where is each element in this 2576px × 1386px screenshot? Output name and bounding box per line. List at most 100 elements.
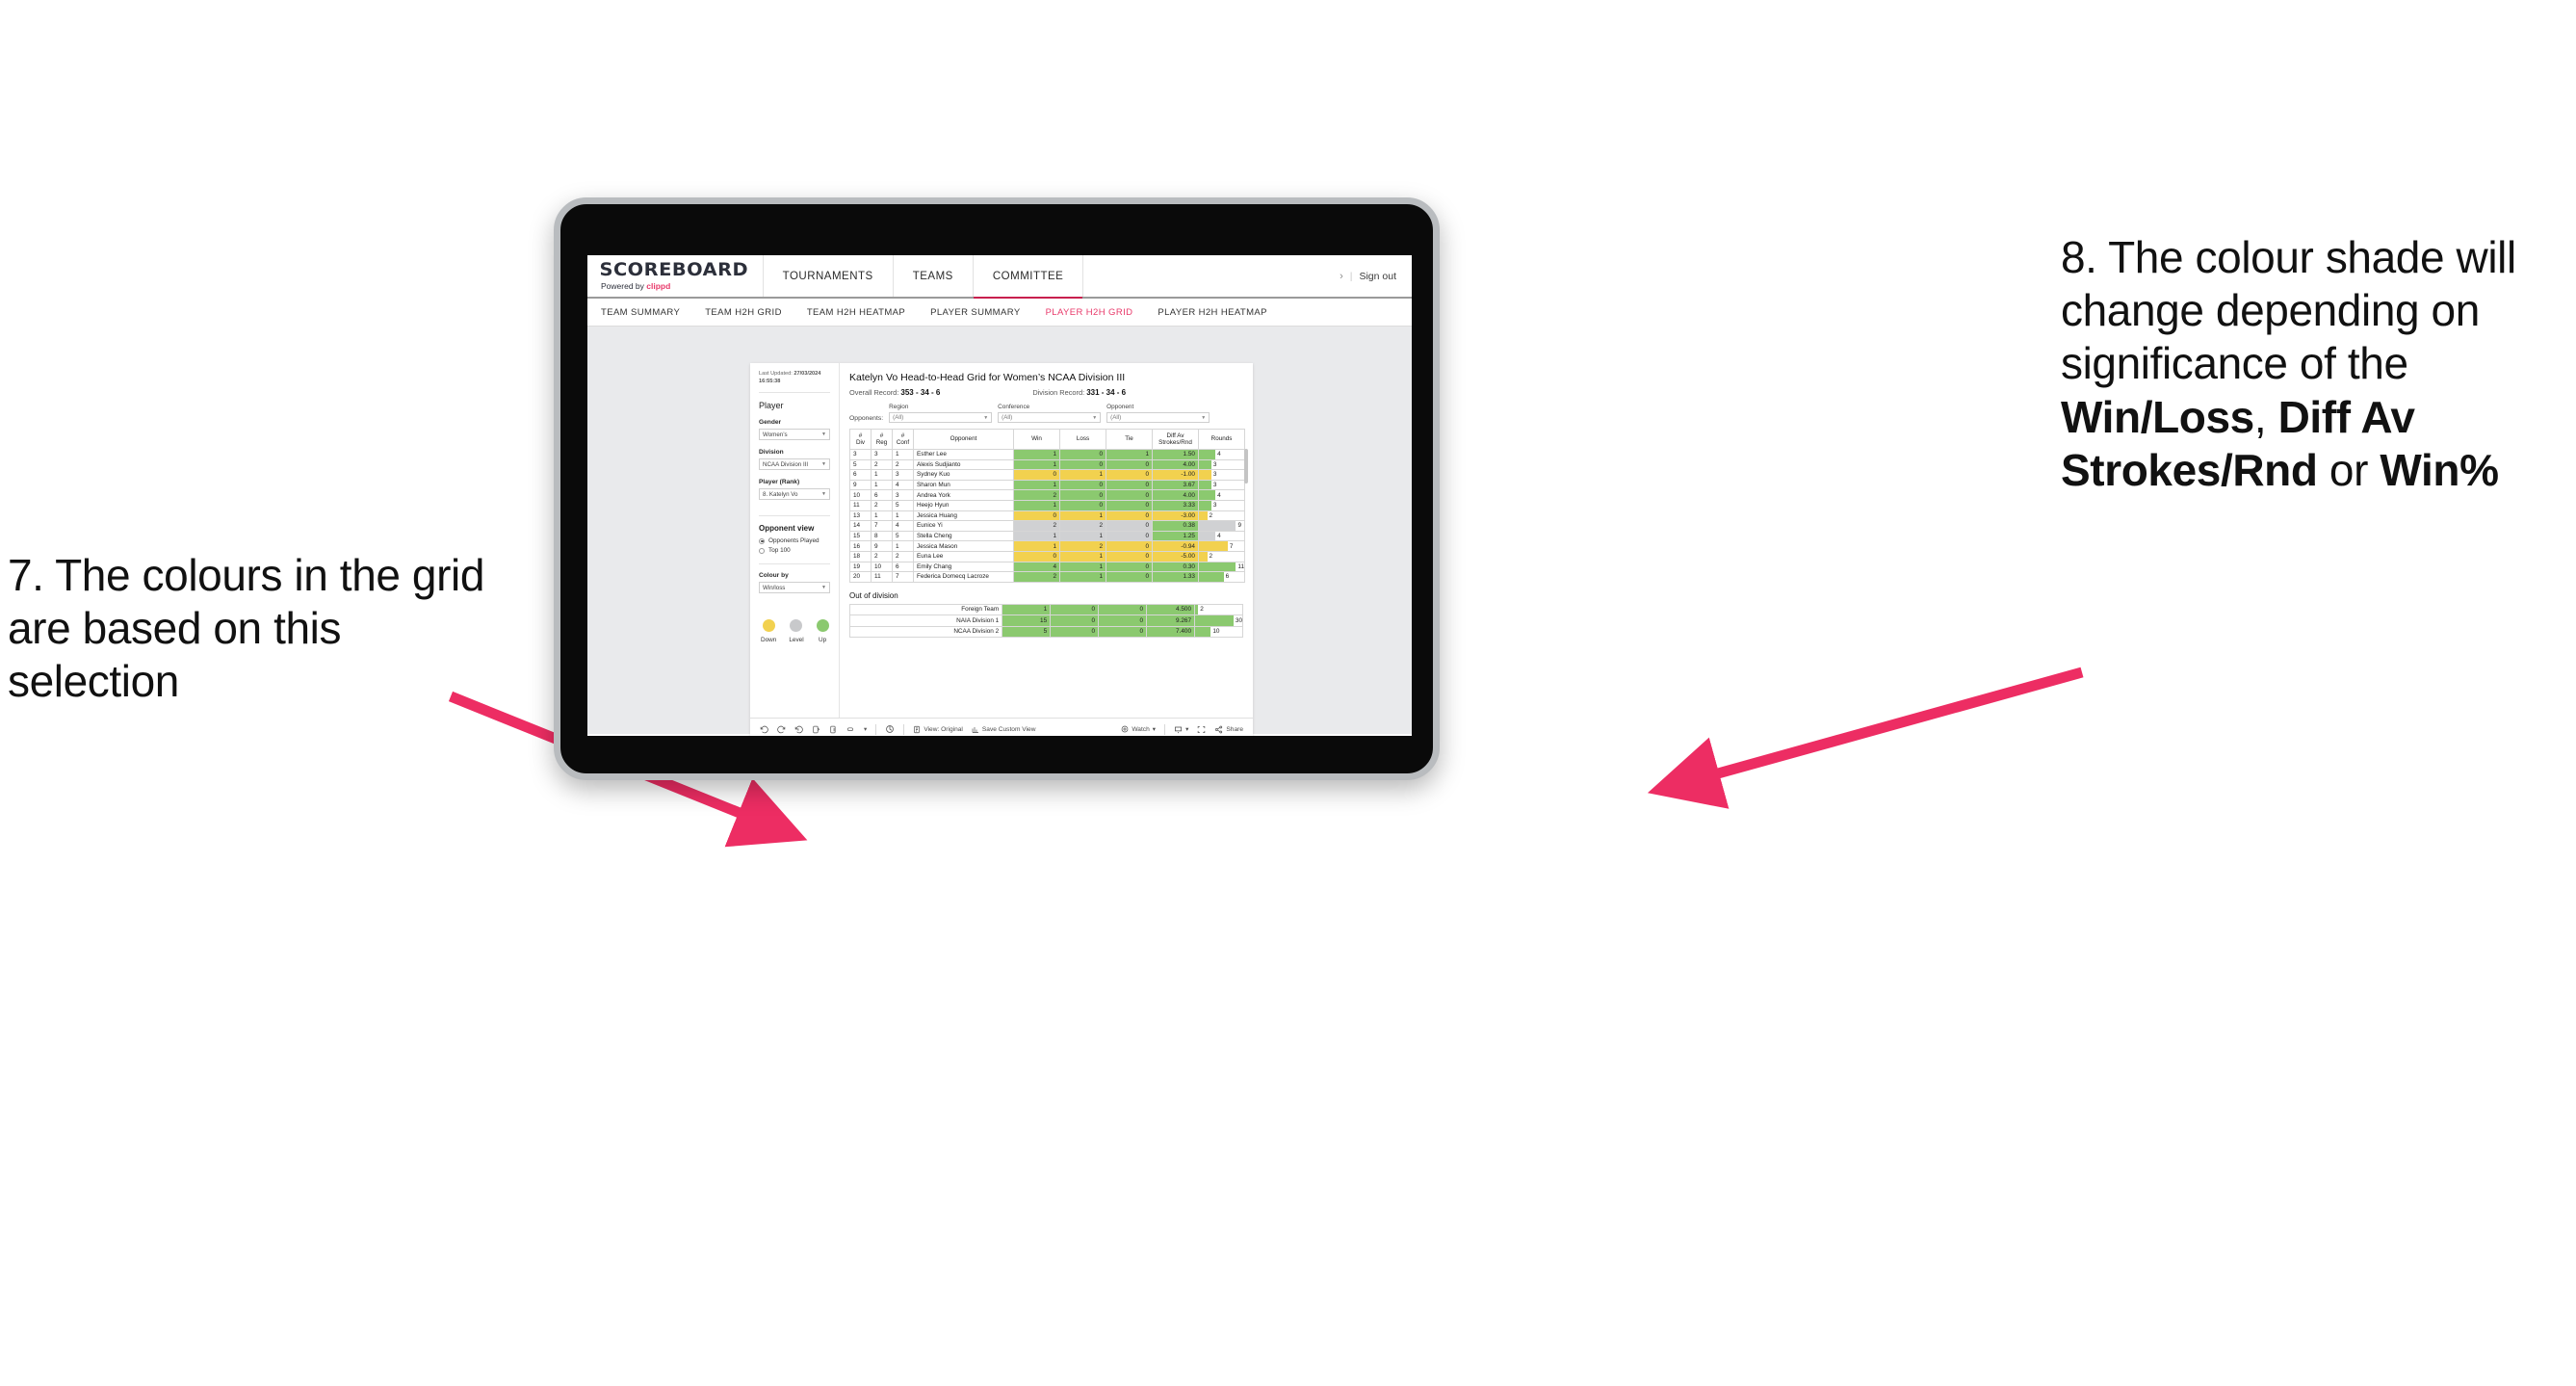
cell-reg: 2 xyxy=(871,499,893,511)
share-button[interactable]: Share xyxy=(1214,725,1243,734)
division-record-label: Division Record: xyxy=(1032,388,1087,397)
radio-opponents-played[interactable]: Opponents Played xyxy=(759,537,830,544)
subnav-item-team-summary[interactable]: TEAM SUMMARY xyxy=(601,307,680,318)
divider xyxy=(1164,723,1166,735)
annotation-8-lead: 8. The colour shade will change dependin… xyxy=(2061,232,2516,389)
gender-label: Gender xyxy=(759,419,782,427)
cell-win: 1 xyxy=(1013,499,1060,511)
conference-select[interactable]: (All) ▼ xyxy=(998,412,1102,423)
pause-icon[interactable] xyxy=(829,725,838,734)
table-row[interactable]: 20 11 7 Federica Domecq Lacroze 2 1 0 1.33 6 xyxy=(849,571,1245,583)
field-colour-by: Colour by Win/loss ▼ xyxy=(759,572,830,594)
out-of-division-row[interactable]: NAIA Division 1 15 0 0 9.267 30 xyxy=(848,615,1243,627)
out-of-division-row[interactable]: NCAA Division 2 5 0 0 7.400 10 xyxy=(848,625,1243,639)
refresh-icon[interactable] xyxy=(812,725,820,734)
division-record-value: 331 - 34 - 6 xyxy=(1086,388,1127,397)
cell-reg: 1 xyxy=(871,510,893,522)
grid-main-panel: Katelyn Vo Head-to-Head Grid for Women’s… xyxy=(840,363,1253,718)
table-row[interactable]: 14 7 4 Eunice Yi 2 2 0 0.38 9 xyxy=(849,520,1245,532)
player-rank-select[interactable]: 8. Katelyn Vo ▼ xyxy=(759,488,830,501)
fullscreen-icon[interactable] xyxy=(1197,725,1206,734)
topnav-item-committee[interactable]: COMMITTEE xyxy=(973,255,1084,299)
annotation-8-text: 8. The colour shade will change dependin… xyxy=(2061,231,2571,497)
redo-icon[interactable] xyxy=(777,725,786,734)
out-of-division-row[interactable]: Foreign Team 1 0 0 4.500 2 xyxy=(848,603,1243,616)
cell-rounds: 2 xyxy=(1198,550,1245,562)
scoreboard-logo[interactable]: SCOREBOARD Powered by clippd xyxy=(587,255,764,297)
download-button[interactable]: ▾ xyxy=(1174,725,1188,734)
view-original-button[interactable]: View: Original xyxy=(913,725,963,734)
cell-tie: 0 xyxy=(1106,489,1153,501)
cell-win: 2 xyxy=(1013,520,1060,532)
opponent-label: Opponent xyxy=(1106,404,1134,410)
cell-opponent: Esther Lee xyxy=(913,449,1014,460)
table-row[interactable]: 15 8 5 Stella Cheng 1 1 0 1.25 4 xyxy=(849,530,1245,542)
division-select[interactable]: NCAA Division III ▼ xyxy=(759,458,830,471)
top-navigation-bar: SCOREBOARD Powered by clippd TOURNAMENTS… xyxy=(587,255,1412,299)
radio-icon-selected[interactable] xyxy=(759,537,765,544)
table-row[interactable]: 3 3 1 Esther Lee 1 0 1 1.50 4 xyxy=(849,449,1245,460)
gender-select[interactable]: Women’s ▼ xyxy=(759,429,830,441)
subnav-item-player-h2h-heatmap[interactable]: PLAYER H2H HEATMAP xyxy=(1158,307,1267,318)
cell-rounds: 30 xyxy=(1194,615,1243,627)
legend-caption-up: Up xyxy=(819,637,827,644)
table-row[interactable]: 16 9 1 Jessica Mason 1 2 0 -0.94 7 xyxy=(849,540,1245,552)
table-row[interactable]: 9 1 4 Sharon Mun 1 0 0 3.67 3 xyxy=(849,479,1245,491)
column-header-div: # Div xyxy=(849,429,872,450)
clippd-name: clippd xyxy=(646,281,671,292)
column-header-loss: Loss xyxy=(1059,429,1106,450)
watch-button[interactable]: Watch ▾ xyxy=(1121,725,1156,733)
topnav-item-tournaments[interactable]: TOURNAMENTS xyxy=(763,255,894,297)
region-value: (All) xyxy=(893,414,904,421)
subnav-item-team-h2h-grid[interactable]: TEAM H2H GRID xyxy=(705,307,782,318)
cell-div: 18 xyxy=(849,550,872,562)
cell-diff-av-strokes: 1.25 xyxy=(1152,530,1199,542)
table-row[interactable]: 19 10 6 Emily Chang 4 1 0 0.30 11 xyxy=(849,561,1245,573)
highlight-icon[interactable] xyxy=(885,724,895,734)
cell-reg: 7 xyxy=(871,520,893,532)
zoom-dropdown-caret-icon[interactable]: ▾ xyxy=(864,725,867,733)
chevron-down-icon: ▾ xyxy=(1185,726,1189,733)
revert-icon[interactable] xyxy=(794,725,803,734)
table-row[interactable]: 5 2 2 Alexis Sudjianto 1 0 0 4.00 3 xyxy=(849,458,1245,471)
annotation-7-text: 7. The colours in the grid are based on … xyxy=(8,550,485,707)
overall-record-value: 353 - 34 - 6 xyxy=(900,388,941,397)
table-row[interactable]: 10 6 3 Andrea York 2 0 0 4.00 4 xyxy=(849,489,1245,501)
table-row[interactable]: 11 2 5 Heejo Hyun 1 0 0 3.33 3 xyxy=(849,499,1245,511)
cell-conf: 7 xyxy=(892,571,914,583)
vertical-scrollbar[interactable] xyxy=(1244,449,1248,484)
table-row[interactable]: 13 1 1 Jessica Huang 0 1 0 -3.00 2 xyxy=(849,510,1245,522)
radio-top-100[interactable]: Top 100 xyxy=(759,547,830,554)
colour-by-select[interactable]: Win/loss ▼ xyxy=(759,582,830,594)
cell-rounds: 11 xyxy=(1198,561,1245,573)
zoom-tool-icon[interactable] xyxy=(846,725,855,734)
cell-loss: 0 xyxy=(1059,489,1106,501)
cell-tie: 0 xyxy=(1106,530,1153,542)
signout-area[interactable]: › | Sign out xyxy=(1324,255,1412,297)
cell-diff-av-strokes: 4.00 xyxy=(1152,458,1199,471)
subnav-item-player-summary[interactable]: PLAYER SUMMARY xyxy=(930,307,1020,318)
cell-div: 11 xyxy=(849,499,872,511)
table-row[interactable]: 6 1 3 Sydney Kuo 0 1 0 -1.00 3 xyxy=(849,469,1245,481)
division-record: Division Record: 331 - 34 - 6 xyxy=(1032,388,1126,397)
subnav-item-team-h2h-heatmap[interactable]: TEAM H2H HEATMAP xyxy=(807,307,905,318)
save-custom-view-button[interactable]: Save Custom View xyxy=(972,725,1035,734)
chevron-down-icon: ▼ xyxy=(983,414,989,421)
column-header-conf: # Conf xyxy=(892,429,914,450)
dashboard-sheet: Last Updated: 27/03/2024 16:55:38 Player… xyxy=(750,363,1253,736)
table-row[interactable]: 18 2 2 Euna Lee 0 1 0 -5.00 2 xyxy=(849,550,1245,562)
undo-icon[interactable] xyxy=(760,725,768,734)
cell-loss: 0 xyxy=(1059,499,1106,511)
dashboard-canvas: Last Updated: 27/03/2024 16:55:38 Player… xyxy=(587,327,1412,736)
signout-link[interactable]: Sign out xyxy=(1359,271,1396,282)
radio-icon-unselected[interactable] xyxy=(759,547,765,554)
opponent-select[interactable]: (All) ▼ xyxy=(1106,412,1210,423)
cell-reg: 3 xyxy=(871,449,893,460)
watch-label: Watch xyxy=(1132,725,1150,733)
region-select[interactable]: (All) ▼ xyxy=(889,412,993,423)
h2h-grid-table: # Div # Reg # Conf Opponent Win Loss Tie Diff Av St… xyxy=(849,429,1245,583)
cell-win: 1 xyxy=(1013,530,1060,542)
subnav-item-player-h2h-grid[interactable]: PLAYER H2H GRID xyxy=(1046,307,1133,318)
cell-div: 3 xyxy=(849,449,872,460)
topnav-item-teams[interactable]: TEAMS xyxy=(893,255,974,297)
